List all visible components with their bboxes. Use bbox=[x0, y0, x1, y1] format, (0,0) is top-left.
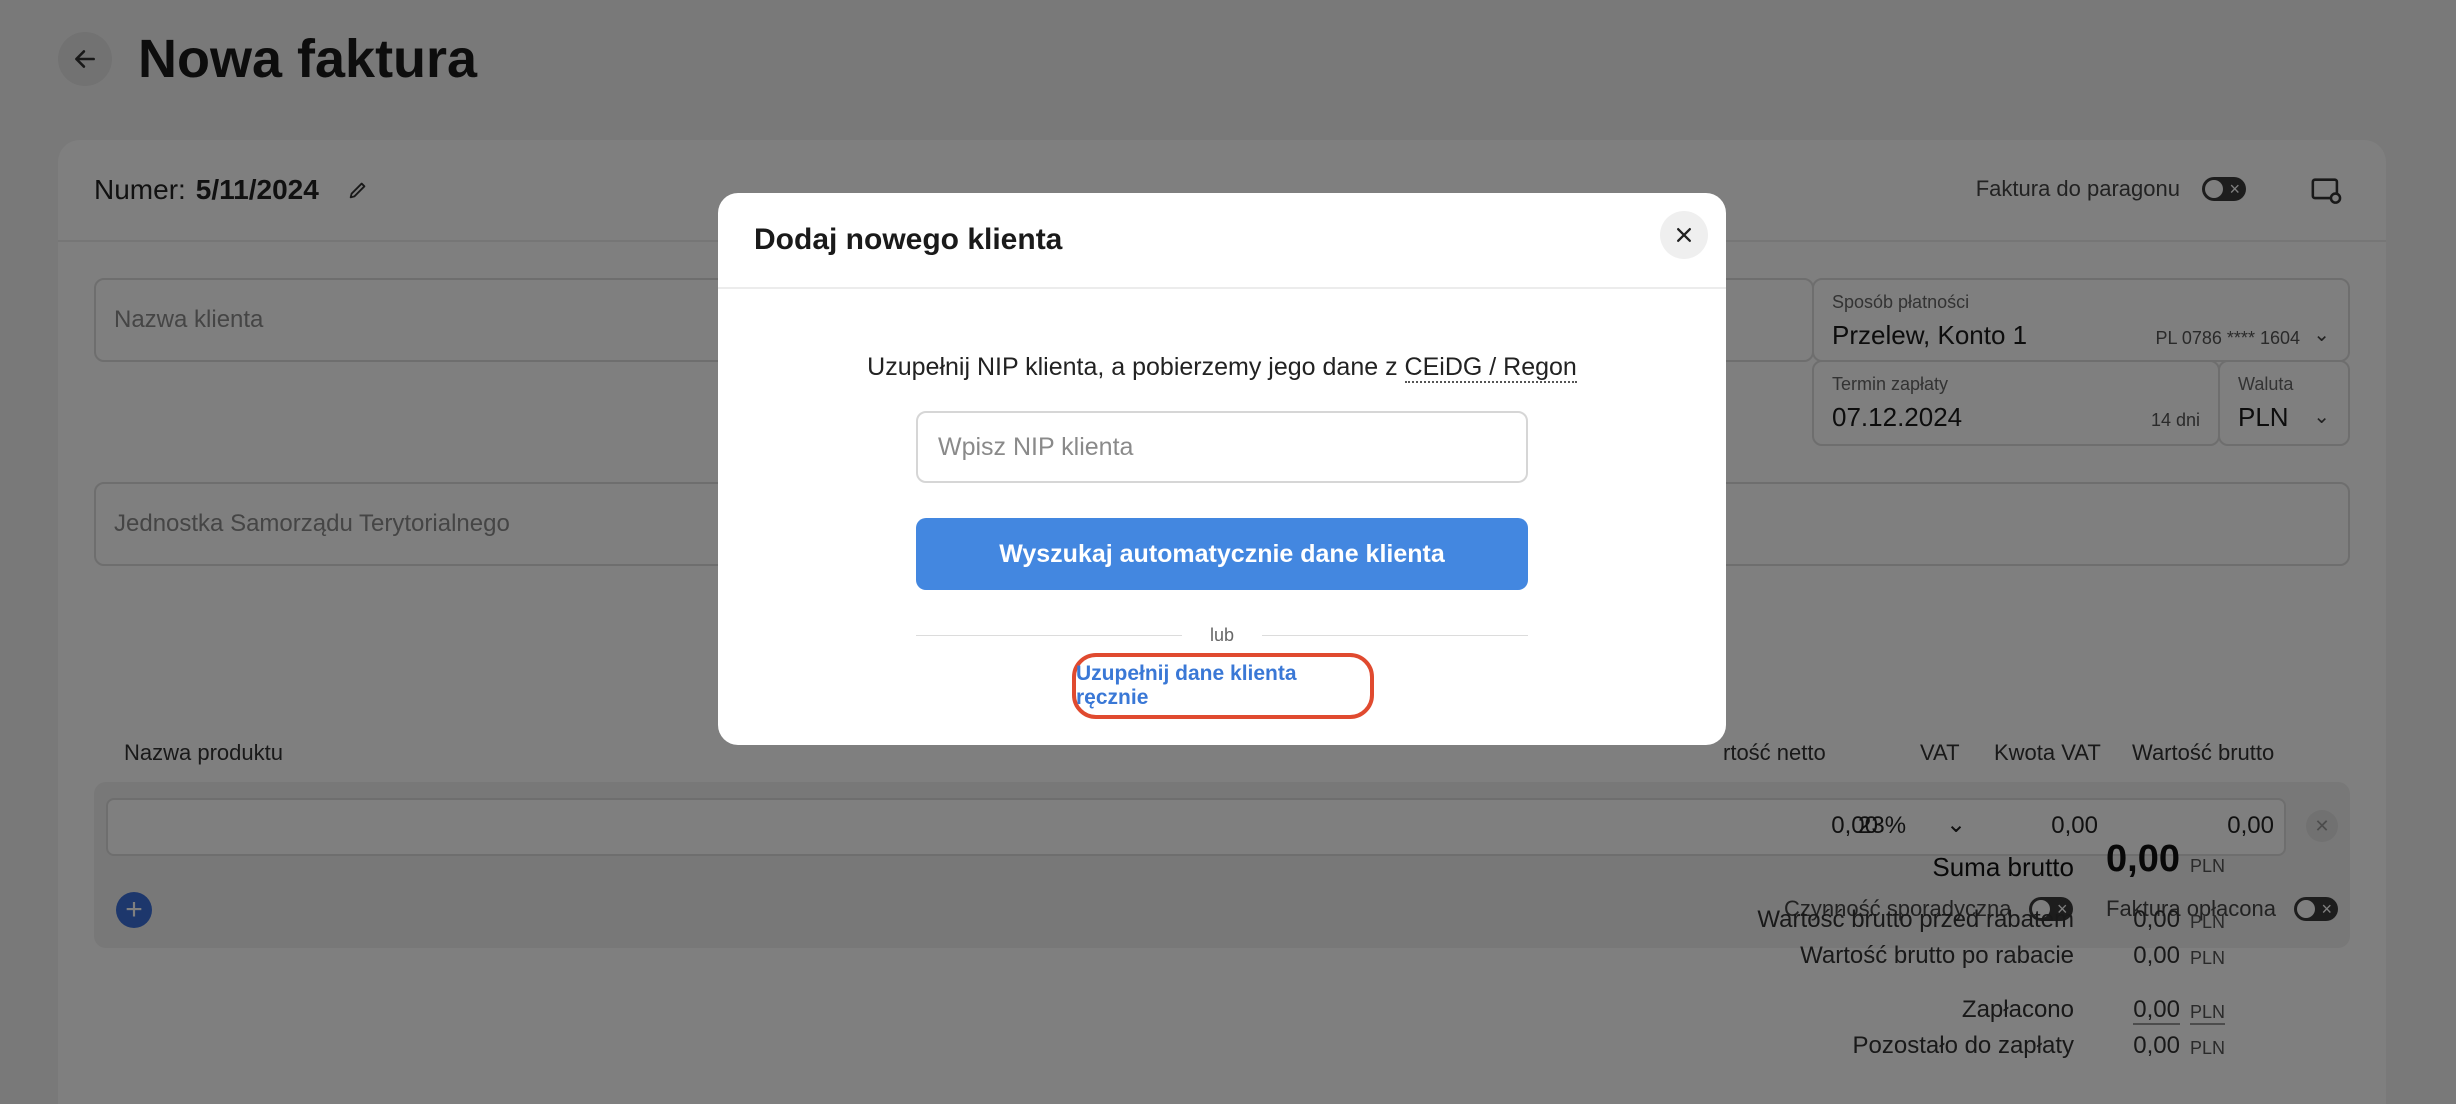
or-divider: lub bbox=[916, 623, 1528, 647]
data-source-link[interactable]: CEiDG / Regon bbox=[1404, 353, 1577, 383]
modal-title: Dodaj nowego klienta bbox=[754, 223, 1063, 256]
or-label: lub bbox=[1209, 625, 1235, 645]
auto-search-button[interactable]: Wyszukaj automatycznie dane klienta bbox=[916, 518, 1528, 590]
add-client-modal: Dodaj nowego klienta Uzupełnij NIP klien… bbox=[718, 193, 1726, 745]
manual-entry-link[interactable]: Uzupełnij dane klienta ręcznie bbox=[1072, 653, 1374, 719]
modal-description: Uzupełnij NIP klienta, a pobierzemy jego… bbox=[718, 353, 1726, 383]
close-icon bbox=[1677, 228, 1691, 242]
nip-input[interactable] bbox=[916, 411, 1528, 483]
modal-description-text: Uzupełnij NIP klienta, a pobierzemy jego… bbox=[867, 353, 1398, 381]
close-button[interactable] bbox=[1660, 211, 1708, 259]
modal-header: Dodaj nowego klienta bbox=[718, 193, 1726, 289]
